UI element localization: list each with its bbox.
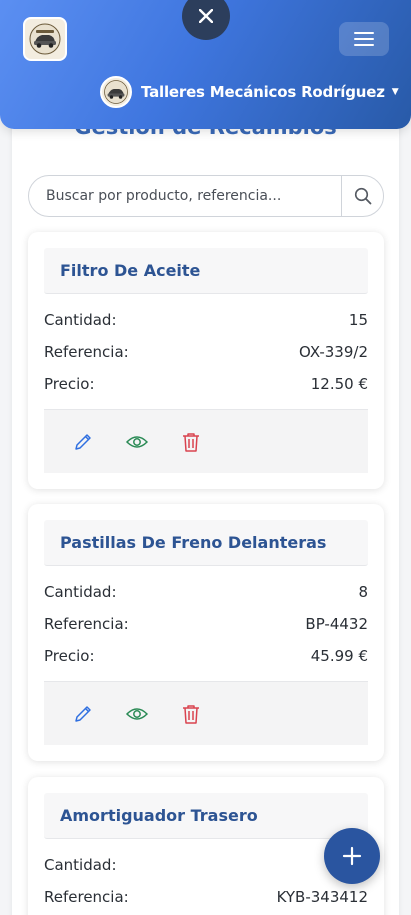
user-dropdown[interactable]: Talleres Mecánicos Rodríguez ▼ <box>100 76 399 108</box>
eye-icon <box>126 707 148 720</box>
product-name: Filtro De Aceite <box>60 261 201 280</box>
pencil-icon <box>75 705 91 722</box>
price-row: Precio: 12.50 € <box>44 368 368 400</box>
edit-button[interactable] <box>71 430 95 454</box>
reference-label: Referencia: <box>44 615 129 633</box>
delete-button[interactable] <box>179 430 203 454</box>
caret-down-icon: ▼ <box>391 87 399 97</box>
product-header: Filtro De Aceite <box>44 248 368 294</box>
reference-value: OX-339/2 <box>298 343 368 361</box>
product-actions <box>44 681 368 745</box>
price-label: Precio: <box>44 375 95 393</box>
search-bar <box>28 175 384 217</box>
product-card: Pastillas De Freno Delanteras Cantidad: … <box>28 504 384 761</box>
app-logo[interactable] <box>23 17 67 61</box>
quantity-row: Cantidad: 15 <box>44 304 368 336</box>
quantity-value: 8 <box>358 583 368 601</box>
price-value: 12.50 € <box>310 375 368 393</box>
pencil-icon <box>75 433 91 450</box>
search-icon <box>354 187 371 205</box>
delete-button[interactable] <box>179 702 203 726</box>
quantity-label: Cantidad: <box>44 583 117 601</box>
reference-value: KYB-343412 <box>276 888 368 906</box>
product-header: Amortiguador Trasero <box>44 793 368 839</box>
close-icon <box>199 9 213 23</box>
trash-icon <box>183 704 199 724</box>
eye-icon <box>126 435 148 448</box>
price-value: 45.99 € <box>310 647 368 665</box>
add-product-button[interactable] <box>324 828 380 884</box>
search-input[interactable] <box>29 176 341 216</box>
quantity-label: Cantidad: <box>44 311 117 329</box>
plus-icon <box>342 846 362 866</box>
product-card: Filtro De Aceite Cantidad: 15 Referencia… <box>28 232 384 489</box>
car-logo-icon <box>104 80 128 104</box>
reference-row: Referencia: BP-4432 <box>44 608 368 640</box>
product-name: Amortiguador Trasero <box>60 806 258 825</box>
price-row: Precio: 45.99 € <box>44 640 368 672</box>
product-actions <box>44 409 368 473</box>
search-button[interactable] <box>341 176 383 216</box>
reference-value: BP-4432 <box>305 615 368 633</box>
trash-icon <box>183 432 199 452</box>
quantity-row: Cantidad: 8 <box>44 576 368 608</box>
reference-label: Referencia: <box>44 888 129 906</box>
view-button[interactable] <box>125 702 149 726</box>
product-name: Pastillas De Freno Delanteras <box>60 533 327 552</box>
reference-label: Referencia: <box>44 343 129 361</box>
avatar <box>100 76 132 108</box>
quantity-row: Cantidad: <box>44 849 368 881</box>
quantity-label: Cantidad: <box>44 856 117 874</box>
reference-row: Referencia: KYB-343412 <box>44 881 368 913</box>
menu-button[interactable] <box>339 22 389 56</box>
product-header: Pastillas De Freno Delanteras <box>44 520 368 566</box>
hamburger-icon <box>354 32 374 46</box>
user-name: Talleres Mecánicos Rodríguez <box>141 83 385 101</box>
view-button[interactable] <box>125 430 149 454</box>
price-label: Precio: <box>44 647 95 665</box>
car-logo-icon <box>29 23 61 55</box>
quantity-value: 15 <box>348 311 368 329</box>
edit-button[interactable] <box>71 702 95 726</box>
reference-row: Referencia: OX-339/2 <box>44 336 368 368</box>
